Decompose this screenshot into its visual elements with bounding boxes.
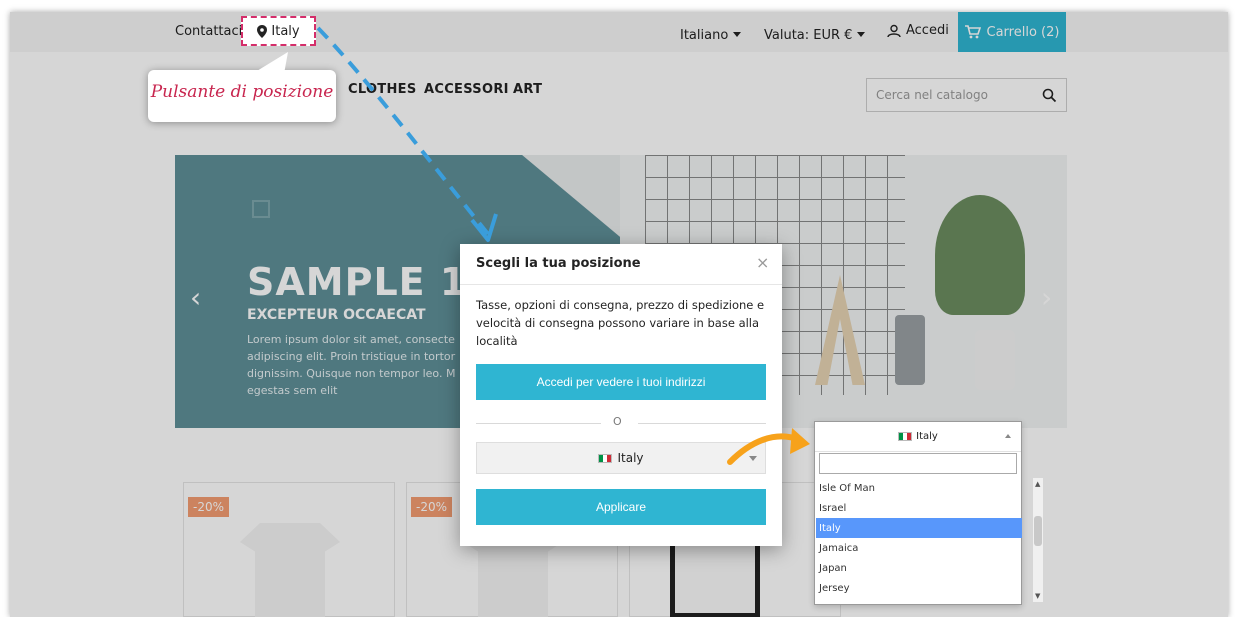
callout-pointer (252, 52, 288, 74)
location-label: Italy (271, 23, 300, 39)
annotation-callout: Pulsante di posizione (148, 52, 336, 122)
callout-text: Pulsante di posizione (150, 82, 334, 102)
blue-dashed-arrow (316, 26, 490, 236)
map-pin-icon (257, 24, 268, 38)
orange-arrow (727, 433, 803, 465)
location-button[interactable]: Italy (241, 16, 316, 46)
orange-arrow-head (790, 428, 810, 454)
store-page: Contattaci Italiano Valuta: EUR € Accedi… (10, 12, 1228, 617)
screenshot-stage: Contattaci Italiano Valuta: EUR € Accedi… (0, 0, 1235, 617)
